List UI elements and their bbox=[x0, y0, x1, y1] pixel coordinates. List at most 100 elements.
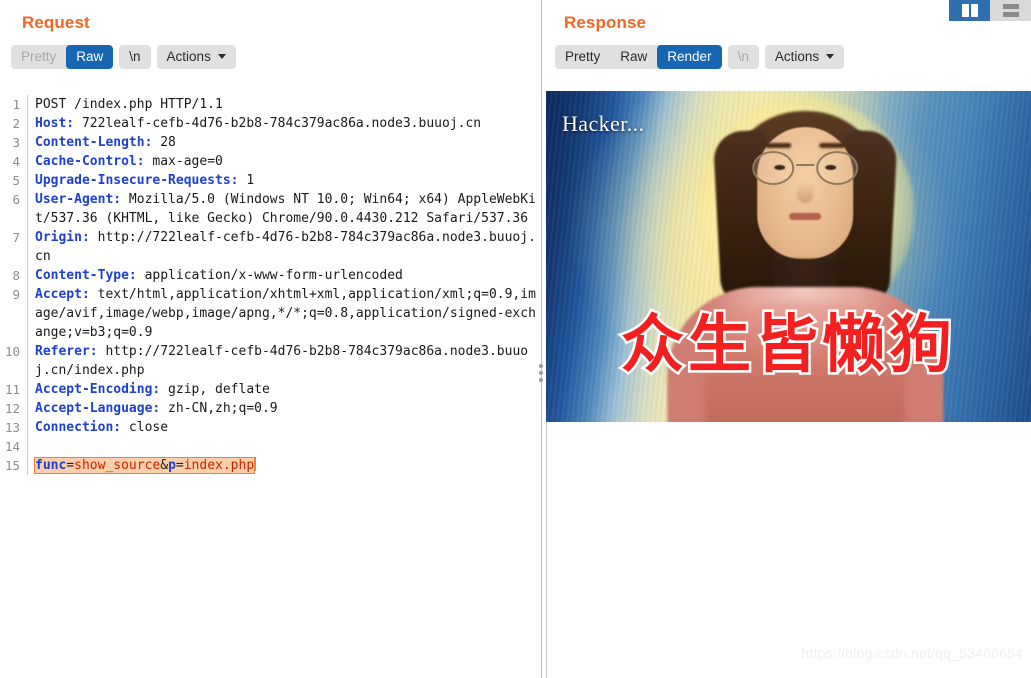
line-content: Accept-Encoding: gzip, deflate bbox=[27, 380, 537, 399]
response-newline-button[interactable]: \n bbox=[727, 44, 759, 69]
line-content: Content-Type: application/x-www-form-url… bbox=[27, 266, 537, 285]
line-number: 6 bbox=[12, 192, 20, 207]
request-panel-title: Request bbox=[22, 13, 90, 32]
line-number: 8 bbox=[12, 268, 20, 283]
layout-toggle-group bbox=[949, 0, 1031, 21]
header-name: Accept: bbox=[35, 287, 90, 302]
line-number: 12 bbox=[4, 401, 20, 416]
vertical-split-icon bbox=[961, 4, 978, 17]
header-value: gzip, deflate bbox=[160, 382, 270, 397]
param-equals: = bbox=[66, 458, 75, 473]
header-name: Origin: bbox=[35, 230, 90, 245]
header-name: Content-Type: bbox=[35, 268, 137, 283]
header-name: Host: bbox=[35, 116, 75, 131]
param-separator: & bbox=[160, 458, 169, 473]
line-content: Cache-Control: max-age=0 bbox=[27, 152, 537, 171]
splitter-grip-icon[interactable] bbox=[539, 364, 543, 382]
header-name: Referer: bbox=[35, 344, 98, 359]
param-value: index.php bbox=[183, 458, 255, 473]
header-value: max-age=0 bbox=[144, 154, 223, 169]
line-content bbox=[27, 437, 537, 456]
header-name: Connection: bbox=[35, 420, 122, 435]
vertical-split-layout-button[interactable] bbox=[949, 0, 990, 21]
eyeglasses-icon bbox=[751, 151, 858, 187]
header-value: http://722lealf-cefb-4d76-b2b8-784c379ac… bbox=[35, 344, 529, 378]
line-number: 1 bbox=[12, 97, 20, 112]
line-number: 14 bbox=[4, 439, 20, 454]
header-name: User-Agent: bbox=[35, 192, 122, 207]
line-content: User-Agent: Mozilla/5.0 (Windows NT 10.0… bbox=[27, 190, 537, 228]
splitter-rail bbox=[541, 0, 542, 678]
tab-response-render[interactable]: Render bbox=[657, 44, 722, 69]
line-content: func=show_source&p=index.php bbox=[27, 456, 537, 475]
line-content: Accept: text/html,application/xhtml+xml,… bbox=[27, 285, 537, 342]
request-line: 2 Host: 722lealf-cefb-4d76-b2b8-784c379ac… bbox=[0, 114, 537, 133]
request-line: 13 Connection: close bbox=[0, 418, 537, 437]
nose bbox=[796, 183, 813, 203]
request-line: 1 POST /index.php HTTP/1.1 bbox=[0, 95, 537, 114]
eye-right bbox=[824, 165, 836, 170]
request-actions-button[interactable]: Actions bbox=[156, 44, 236, 69]
tab-response-raw[interactable]: Raw bbox=[610, 44, 658, 69]
request-line: 11 Accept-Encoding: gzip, deflate bbox=[0, 380, 537, 399]
request-toolbar: Pretty Raw \n Actions bbox=[0, 33, 537, 71]
csdn-watermark: https://blog.csdn.net/qq_53460654 bbox=[801, 645, 1023, 661]
line-content: Connection: close bbox=[27, 418, 537, 437]
header-value: 722lealf-cefb-4d76-b2b8-784c379ac86a.nod… bbox=[74, 116, 482, 131]
header-value: application/x-www-form-urlencoded bbox=[136, 268, 403, 283]
header-value: http://722lealf-cefb-4d76-b2b8-784c379ac… bbox=[35, 230, 536, 264]
line-number: 4 bbox=[12, 154, 20, 169]
rendered-html-image: Hacker... 众生皆懒狗 bbox=[546, 91, 1031, 422]
glasses-bridge bbox=[795, 164, 814, 167]
line-number: 10 bbox=[4, 344, 20, 359]
request-line: 10 Referer: http://722lealf-cefb-4d76-b2b… bbox=[0, 342, 537, 380]
lens-left bbox=[751, 151, 794, 185]
line-number: 5 bbox=[12, 173, 20, 188]
tab-response-pretty[interactable]: Pretty bbox=[555, 44, 611, 69]
line-content: Content-Length: 28 bbox=[27, 133, 537, 152]
request-actions-label: Actions bbox=[166, 49, 211, 64]
line-number: 2 bbox=[12, 116, 20, 131]
request-line: 5 Upgrade-Insecure-Requests: 1 bbox=[0, 171, 537, 190]
header-name: Content-Length: bbox=[35, 135, 153, 150]
header-name: Upgrade-Insecure-Requests: bbox=[35, 173, 239, 188]
tab-request-pretty[interactable]: Pretty bbox=[11, 44, 67, 69]
request-line: 4 Cache-Control: max-age=0 bbox=[0, 152, 537, 171]
request-view-tabs: Pretty Raw bbox=[11, 44, 114, 69]
param-equals: = bbox=[175, 458, 184, 473]
horizontal-split-layout-button[interactable] bbox=[990, 0, 1031, 21]
chevron-down-icon bbox=[217, 54, 226, 59]
request-editor[interactable]: 1 POST /index.php HTTP/1.1 2 Host: 722lealf… bbox=[0, 92, 537, 678]
response-view-tabs: Pretty Raw Render bbox=[555, 44, 722, 69]
chevron-down-icon bbox=[826, 54, 835, 59]
request-line: 6 User-Agent: Mozilla/5.0 (Windows NT 10.… bbox=[0, 190, 537, 228]
line-number: 9 bbox=[12, 287, 20, 302]
eyebrow-left bbox=[764, 143, 791, 148]
horizontal-split-icon bbox=[1002, 4, 1019, 17]
request-body-highlight: func=show_source&p=index.php bbox=[35, 458, 255, 473]
response-render-view: Hacker... 众生皆懒狗 https://blog.csdn.net/qq… bbox=[546, 91, 1031, 678]
param-key: func bbox=[35, 458, 67, 473]
line-content: POST /index.php HTTP/1.1 bbox=[27, 95, 537, 114]
line-content: Upgrade-Insecure-Requests: 1 bbox=[27, 171, 537, 190]
response-actions-button[interactable]: Actions bbox=[764, 44, 845, 69]
response-toolbar: Pretty Raw Render \n Actions bbox=[546, 33, 1031, 71]
request-line: 8 Content-Type: application/x-www-form-ur… bbox=[0, 266, 537, 285]
header-value: text/html,application/xhtml+xml,applicat… bbox=[35, 287, 536, 340]
pane-splitter[interactable] bbox=[537, 0, 546, 678]
line-content: Origin: http://722lealf-cefb-4d76-b2b8-7… bbox=[27, 228, 537, 266]
tab-request-raw[interactable]: Raw bbox=[66, 44, 114, 69]
request-line: 7 Origin: http://722lealf-cefb-4d76-b2b8-… bbox=[0, 228, 537, 266]
hacker-overlay-text: Hacker... bbox=[562, 111, 645, 136]
line-content: Referer: http://722lealf-cefb-4d76-b2b8-… bbox=[27, 342, 537, 380]
mouth bbox=[788, 213, 821, 220]
burp-suite-repeater-window: Request Pretty Raw \n Actions 1 POST /ind… bbox=[0, 0, 1031, 678]
request-line: 15 func=show_source&p=index.php bbox=[0, 456, 537, 475]
chinese-overlay-text: 众生皆懒狗 bbox=[619, 308, 956, 381]
line-number: 7 bbox=[12, 230, 20, 245]
request-line: 14 bbox=[0, 437, 537, 456]
header-value: 28 bbox=[152, 135, 176, 150]
response-pane: Response Pretty Raw Render \n Actions Ha… bbox=[546, 0, 1031, 678]
header-value: 1 bbox=[238, 173, 255, 188]
request-newline-button[interactable]: \n bbox=[119, 44, 151, 69]
